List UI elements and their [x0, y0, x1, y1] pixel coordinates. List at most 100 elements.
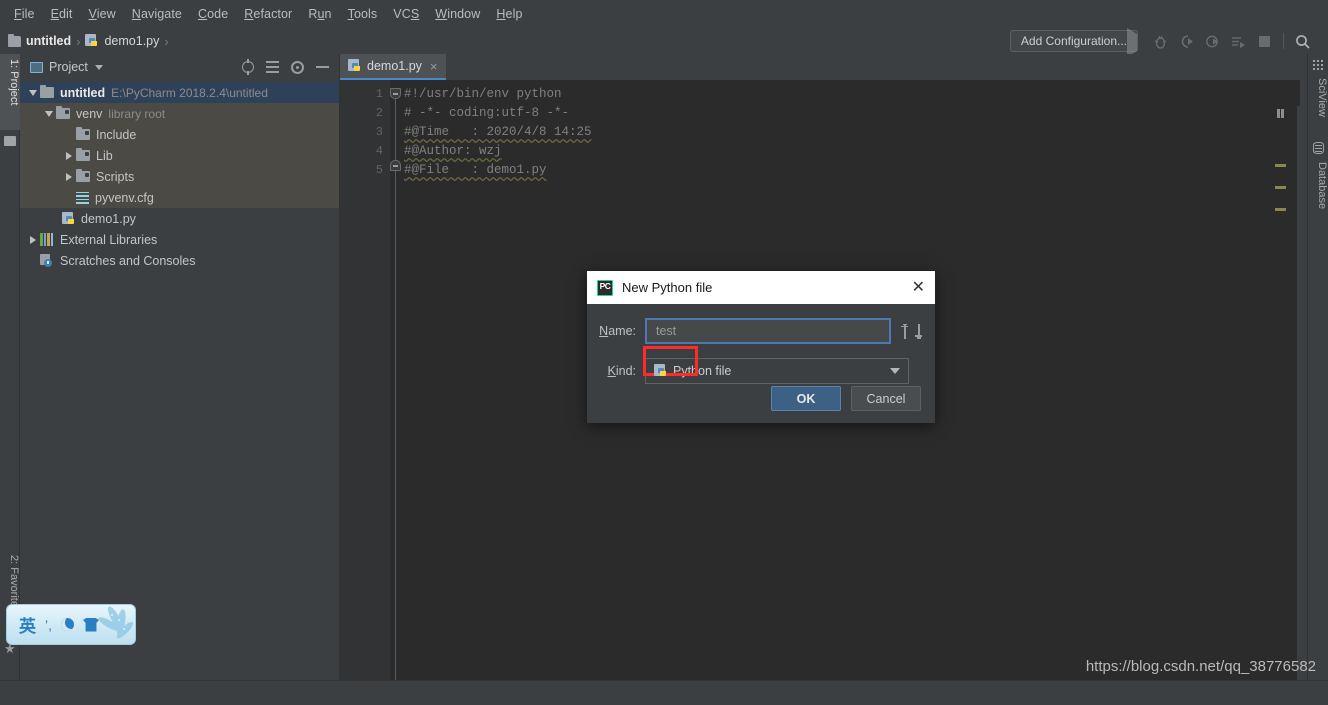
locate-icon[interactable]: [242, 59, 254, 75]
arrow-up-icon[interactable]: [900, 323, 909, 339]
menu-item-file[interactable]: File: [6, 4, 43, 24]
menu-item-view[interactable]: View: [81, 4, 124, 24]
folder-icon: [56, 105, 70, 119]
tree-item-include[interactable]: Include: [20, 124, 339, 145]
twisty-down-icon[interactable]: [42, 110, 56, 117]
tree-item-lib[interactable]: Lib: [20, 145, 339, 166]
collapse-all-icon[interactable]: [266, 61, 279, 73]
menu-item-window[interactable]: Window: [427, 4, 488, 24]
warning-marker[interactable]: [1275, 186, 1286, 189]
sciview-icon: [1313, 60, 1324, 71]
search-everywhere-icon[interactable]: [1295, 34, 1310, 49]
tree-item-untitled[interactable]: untitled E:\PyCharm 2018.2.4\untitled: [20, 82, 339, 103]
tree-item-label: untitled: [60, 85, 106, 100]
twisty-down-icon[interactable]: [26, 89, 40, 96]
project-tree: untitled E:\PyCharm 2018.2.4\untitled ve…: [20, 80, 339, 271]
ok-button[interactable]: OK: [771, 386, 841, 411]
breadcrumb-project[interactable]: untitled: [8, 33, 71, 48]
tree-item-label: Include: [96, 127, 137, 142]
editor-tab-strip: demo1.py ×: [340, 54, 1300, 80]
markup-scrollbar[interactable]: [1274, 106, 1288, 705]
add-configuration-button[interactable]: Add Configuration...: [1009, 30, 1138, 52]
close-icon[interactable]: ×: [430, 60, 438, 73]
line-number: 2: [375, 106, 383, 120]
twisty-right-icon[interactable]: [62, 172, 76, 181]
menu-item-vcs[interactable]: VCS: [385, 4, 427, 24]
profile-icon[interactable]: [1205, 34, 1220, 49]
python-file-icon: [85, 34, 99, 48]
name-input[interactable]: test: [645, 318, 891, 344]
code-lines[interactable]: #!/usr/bin/env python # -*- coding:utf-8…: [390, 80, 592, 705]
menu-item-refactor[interactable]: Refactor: [236, 4, 300, 24]
folder-icon: [76, 147, 90, 161]
line-number: 4: [375, 144, 383, 158]
run-with-console-icon[interactable]: [1231, 34, 1246, 49]
scratches-icon: [40, 254, 54, 267]
tab-demo1-py[interactable]: demo1.py ×: [340, 54, 446, 80]
config-file-icon: [76, 191, 89, 204]
menu-item-tools[interactable]: Tools: [340, 4, 386, 24]
flower-logo: [98, 606, 134, 639]
hide-icon[interactable]: [316, 66, 329, 68]
dialog-title: New Python file: [622, 280, 713, 295]
editor-right-edge: [1297, 106, 1300, 705]
project-panel-title: Project: [49, 60, 88, 74]
python-file-icon: [348, 59, 362, 73]
debug-icon[interactable]: [1153, 34, 1168, 49]
chevron-down-icon[interactable]: [94, 64, 103, 70]
inspection-status-icon[interactable]: [1276, 108, 1286, 118]
tree-item-label: Scripts: [96, 169, 135, 184]
settings-gear-icon[interactable]: [291, 60, 304, 74]
breadcrumb-file-label: demo1.py: [104, 34, 160, 48]
annotation-highlight-box: [643, 346, 698, 376]
warning-marker[interactable]: [1275, 164, 1286, 167]
folder-icon: [76, 168, 90, 182]
breadcrumb-file[interactable]: demo1.py: [85, 34, 159, 48]
tree-item-detail: library root: [108, 106, 166, 121]
history-arrows: [900, 323, 923, 339]
name-row: Name: test: [587, 304, 935, 344]
sidebar-item-sciview[interactable]: SciView: [1307, 74, 1328, 134]
tree-item-demo1-py[interactable]: demo1.py: [20, 208, 339, 229]
menu-item-navigate[interactable]: Navigate: [124, 4, 190, 24]
tree-item-external-libraries[interactable]: External Libraries: [20, 229, 339, 250]
menu-item-run[interactable]: Run: [300, 4, 339, 24]
close-icon[interactable]: ✕: [910, 279, 927, 296]
twisty-right-icon[interactable]: [62, 151, 76, 160]
dialog-body: Name: test Kind: Python file OK Cancel: [587, 304, 935, 423]
tree-item-label: External Libraries: [60, 232, 158, 247]
tree-item-scripts[interactable]: Scripts: [20, 166, 339, 187]
project-panel-header: Project: [20, 54, 339, 80]
tree-item-pyvenv-cfg[interactable]: pyvenv.cfg: [20, 187, 339, 208]
tab-label: demo1.py: [367, 59, 422, 73]
code-line: #!/usr/bin/env python: [404, 87, 562, 101]
name-label: Name:: [599, 324, 636, 338]
sidebar-item-project[interactable]: 1: Project: [0, 54, 20, 130]
stop-icon[interactable]: [1257, 34, 1272, 49]
cancel-button[interactable]: Cancel: [851, 386, 921, 411]
warning-marker[interactable]: [1275, 208, 1286, 211]
ime-mode-label[interactable]: 英: [19, 612, 36, 637]
menu-item-help[interactable]: Help: [488, 4, 530, 24]
moon-icon[interactable]: [61, 618, 74, 631]
tree-item-label: demo1.py: [81, 211, 136, 226]
right-tool-strip: SciView Database: [1307, 54, 1328, 705]
sidebar-item-database[interactable]: Database: [1307, 158, 1328, 224]
toolbar-divider: [1283, 33, 1284, 49]
sidebar-item-sciview-label: SciView: [1316, 78, 1328, 117]
python-file-icon: [654, 364, 668, 378]
breadcrumb-separator-1: ›: [76, 33, 81, 49]
new-python-file-dialog: PC New Python file ✕ Name: test Kind: Py…: [587, 271, 935, 423]
chevron-down-icon[interactable]: [890, 368, 900, 374]
ime-toolbar[interactable]: 英 ’,: [6, 604, 136, 645]
twisty-right-icon[interactable]: [26, 235, 40, 244]
menu-item-code[interactable]: Code: [190, 4, 236, 24]
run-coverage-icon[interactable]: [1179, 34, 1194, 49]
run-icon[interactable]: [1127, 27, 1142, 57]
ime-punctuation-icon[interactable]: ’,: [45, 617, 52, 633]
tree-item-scratches-and-consoles[interactable]: Scratches and Consoles: [20, 250, 339, 271]
menu-item-edit[interactable]: Edit: [43, 4, 81, 24]
tree-item-venv[interactable]: venv library root: [20, 103, 339, 124]
arrow-down-icon[interactable]: [914, 323, 923, 339]
tree-item-label: Lib: [96, 148, 113, 163]
